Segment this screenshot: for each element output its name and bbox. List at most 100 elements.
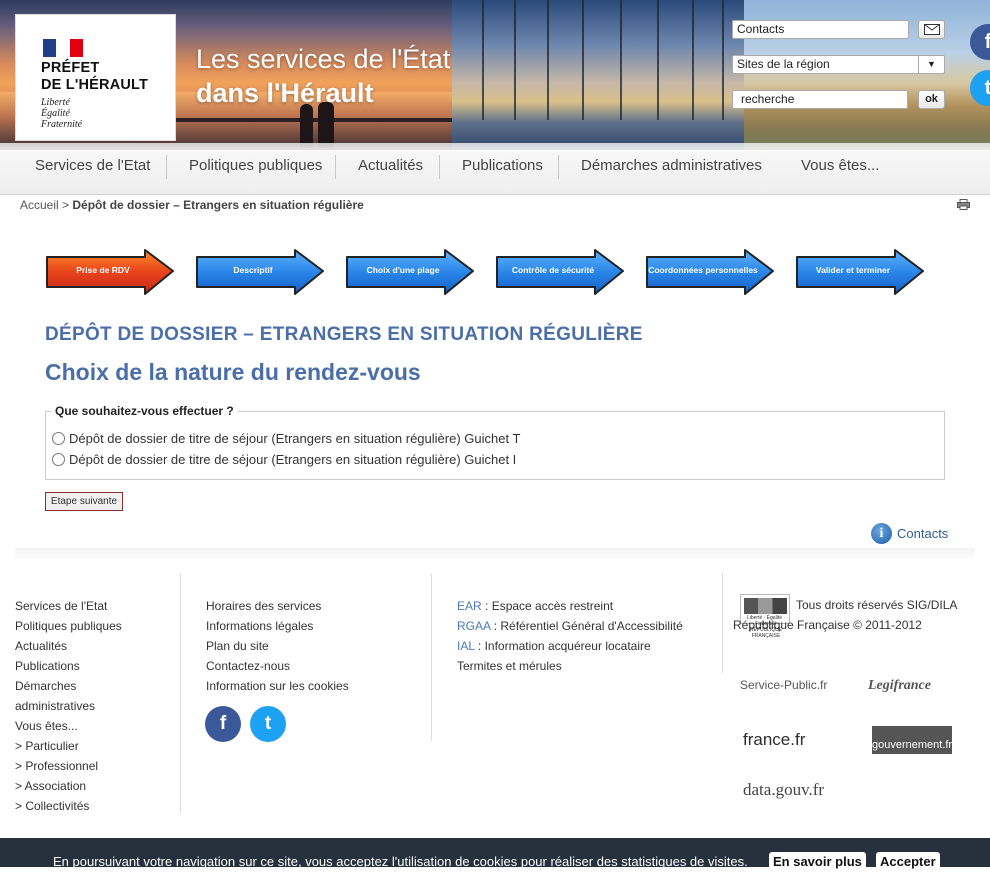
search-input[interactable]: recherche bbox=[732, 90, 908, 109]
step-5: Coordonnées personnelles bbox=[645, 248, 775, 296]
footer-link[interactable]: Plan du site bbox=[206, 636, 416, 656]
footer-link[interactable]: Politiques publiques bbox=[15, 616, 175, 636]
step-label: Coordonnées personnelles bbox=[648, 265, 758, 275]
footer-info-links: Horaires des services Informations légale… bbox=[206, 596, 416, 696]
footer-link[interactable]: Informations légales bbox=[206, 616, 416, 636]
footer-nav-links: Services de l'Etat Politiques publiques Ac… bbox=[15, 596, 175, 816]
footer-acronym[interactable]: RGAA bbox=[457, 619, 490, 633]
step-6: Valider et terminer bbox=[795, 248, 925, 296]
breadcrumb-separator: > bbox=[62, 198, 70, 212]
footer-twitter-icon[interactable]: t bbox=[250, 706, 286, 742]
step-1: Prise de RDV bbox=[45, 248, 175, 296]
breadcrumb: Accueil > Dépôt de dossier – Etrangers e… bbox=[20, 198, 364, 212]
nav-divider bbox=[439, 155, 440, 179]
step-2: Descriptif bbox=[195, 248, 325, 296]
mail-button[interactable] bbox=[918, 20, 945, 39]
page-subtitle: Choix de la nature du rendez-vous bbox=[45, 359, 421, 385]
partner-gouvernement[interactable]: gouvernement.fr bbox=[872, 726, 952, 754]
step-label: Descriptif bbox=[233, 265, 273, 275]
contacts-link[interactable]: i Contacts bbox=[871, 523, 948, 544]
cookie-banner: En poursuivant votre navigation sur ce s… bbox=[0, 838, 990, 872]
footer-link[interactable]: Contactez-nous bbox=[206, 656, 416, 676]
site-header: PRÉFET DE L'HÉRAULT Liberté Égalité Frat… bbox=[0, 0, 990, 150]
footer-link[interactable]: > Professionnel bbox=[15, 756, 175, 776]
footer-facebook-icon[interactable]: f bbox=[205, 706, 241, 742]
logo-motto: Liberté Égalité Fraternité bbox=[41, 97, 83, 130]
footer-link[interactable]: IAL : Information acquéreur locataire bbox=[457, 636, 717, 656]
footer-link[interactable]: Vous êtes... bbox=[15, 716, 175, 736]
option-label: Dépôt de dossier de titre de séjour (Etr… bbox=[69, 431, 521, 446]
fieldset-legend: Que souhaitez-vous effectuer ? bbox=[51, 404, 238, 418]
page-title: DÉPÔT DE DOSSIER – ETRANGERS EN SITUATIO… bbox=[45, 324, 643, 345]
partner-service-public[interactable]: Service-Public.fr bbox=[740, 678, 827, 692]
nav-item-politiques[interactable]: Politiques publiques bbox=[189, 157, 322, 174]
step-label: Valider et terminer bbox=[815, 265, 891, 275]
nav-item-vous-etes[interactable]: Vous êtes... bbox=[801, 157, 879, 174]
footer-link[interactable]: > Association bbox=[15, 776, 175, 796]
region-select[interactable]: Sites de la région ▼ bbox=[732, 55, 945, 74]
nav-item-publications[interactable]: Publications bbox=[462, 157, 543, 174]
footer-link[interactable]: EAR : Espace accès restreint bbox=[457, 596, 717, 616]
marianne-flag-icon bbox=[43, 39, 83, 57]
nav-divider bbox=[335, 155, 336, 179]
footer-link[interactable]: administratives bbox=[15, 696, 175, 716]
info-icon: i bbox=[871, 523, 892, 544]
step-3: Choix d'une plage bbox=[345, 248, 475, 296]
footer-link-text: : Espace accès restreint bbox=[481, 599, 614, 613]
main-navigation: Services de l'Etat Politiques publiques … bbox=[0, 143, 990, 195]
step-4: Contrôle de sécurité bbox=[495, 248, 625, 296]
footer-separator bbox=[15, 548, 975, 562]
option-guichet-i[interactable]: Dépôt de dossier de titre de séjour (Etr… bbox=[52, 452, 516, 467]
footer-link-text: : Information acquéreur locataire bbox=[474, 639, 651, 653]
footer-link[interactable]: Démarches bbox=[15, 676, 175, 696]
footer-divider bbox=[722, 573, 723, 673]
step-label: Prise de RDV bbox=[76, 265, 130, 275]
footer-link[interactable]: Termites et mérules bbox=[457, 656, 717, 676]
breadcrumb-current: Dépôt de dossier – Etrangers en situatio… bbox=[72, 198, 364, 212]
nav-divider bbox=[558, 155, 559, 179]
nav-item-actualites[interactable]: Actualités bbox=[358, 157, 423, 174]
footer-link[interactable]: Publications bbox=[15, 656, 175, 676]
header-photo-harbor bbox=[452, 0, 744, 150]
step-label: Contrôle de sécurité bbox=[511, 265, 595, 275]
footer-acronym[interactable]: EAR bbox=[457, 599, 482, 613]
breadcrumb-home[interactable]: Accueil bbox=[20, 198, 59, 212]
footer-link[interactable]: RGAA : Référentiel Général d'Accessibili… bbox=[457, 616, 717, 636]
footer-link-text: : Référentiel Général d'Accessibilité bbox=[490, 619, 683, 633]
footer-link[interactable]: > Particulier bbox=[15, 736, 175, 756]
logo-title-line2: DE L'HÉRAULT bbox=[41, 77, 149, 93]
footer-link[interactable]: Horaires des services bbox=[206, 596, 416, 616]
logo-title-line1: PRÉFET bbox=[41, 60, 100, 76]
footer-link[interactable]: > Collectivités bbox=[15, 796, 175, 816]
nav-item-demarches[interactable]: Démarches administratives bbox=[581, 157, 762, 174]
contacts-field[interactable]: Contacts bbox=[732, 20, 909, 39]
footer-link[interactable]: Information sur les cookies bbox=[206, 676, 416, 696]
footer-link[interactable]: Actualités bbox=[15, 636, 175, 656]
footer-acronym[interactable]: IAL bbox=[457, 639, 475, 653]
print-icon[interactable] bbox=[957, 199, 970, 210]
envelope-icon bbox=[923, 24, 940, 35]
option-label: Dépôt de dossier de titre de séjour (Etr… bbox=[69, 452, 517, 467]
next-step-button[interactable]: Etape suivante bbox=[45, 492, 123, 511]
search-ok-button[interactable]: ok bbox=[918, 90, 945, 109]
footer-link-text: Termites et mérules bbox=[457, 659, 562, 673]
nav-divider bbox=[166, 155, 167, 179]
step-label: Choix d'une plage bbox=[366, 265, 440, 275]
radio-guichet-i[interactable] bbox=[52, 453, 65, 466]
prefecture-logo[interactable]: PRÉFET DE L'HÉRAULT Liberté Égalité Frat… bbox=[15, 14, 176, 141]
nav-item-services[interactable]: Services de l'Etat bbox=[35, 157, 150, 174]
option-guichet-t[interactable]: Dépôt de dossier de titre de séjour (Etr… bbox=[52, 431, 520, 446]
partner-data-gouv[interactable]: data.gouv.fr bbox=[743, 780, 824, 800]
footer-accessibility-links: EAR : Espace accès restreint RGAA : Référ… bbox=[457, 596, 717, 676]
chevron-down-icon: ▼ bbox=[918, 56, 944, 73]
accept-cookies-button[interactable]: Accepter bbox=[876, 852, 940, 872]
learn-more-button[interactable]: En savoir plus bbox=[769, 852, 866, 872]
footer-link[interactable]: Services de l'Etat bbox=[15, 596, 175, 616]
radio-guichet-t[interactable] bbox=[52, 432, 65, 445]
partner-legifrance[interactable]: Legifrance bbox=[868, 678, 931, 694]
site-title: Les services de l'État dans l'Hérault bbox=[196, 44, 451, 108]
footer-divider bbox=[180, 573, 181, 813]
footer-divider bbox=[431, 573, 432, 741]
copyright: Tous droits réservés SIG/DILA République… bbox=[733, 598, 957, 632]
partner-france-fr[interactable]: france.fr bbox=[743, 730, 805, 750]
